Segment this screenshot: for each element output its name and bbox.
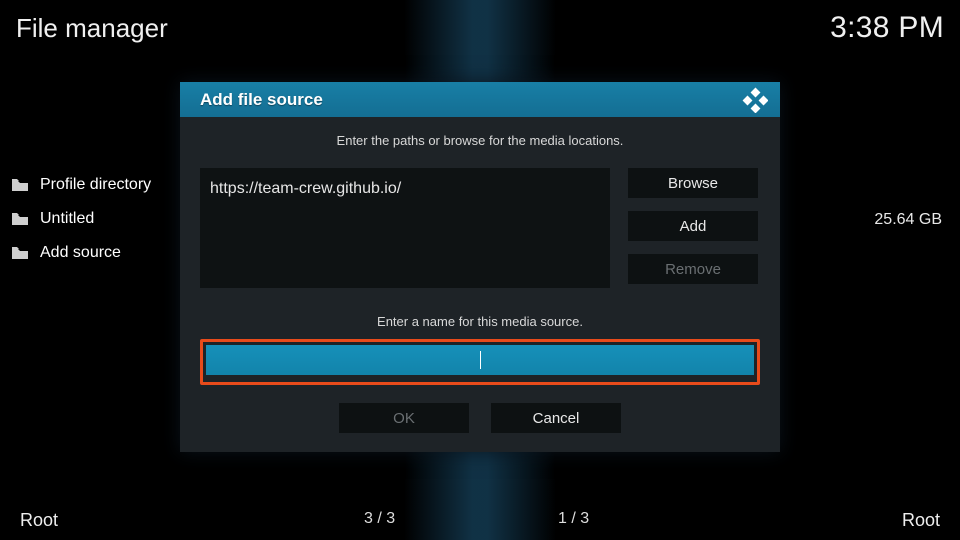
footer-left-label: Root [20,510,58,531]
clock: 3:38 PM [830,11,944,45]
path-list[interactable]: https://team-crew.github.io/ [200,168,610,288]
add-file-source-dialog: Add file source Enter the paths or brows… [180,82,780,452]
browse-button[interactable]: Browse [628,168,758,198]
dialog-titlebar: Add file source [180,82,780,117]
remove-button: Remove [628,254,758,284]
list-item-label: Add source [40,244,121,262]
dialog-instruction: Enter the paths or browse for the media … [200,133,760,148]
folder-icon [12,213,28,225]
kodi-logo-icon [742,87,768,113]
folder-icon [12,247,28,259]
name-instruction: Enter a name for this media source. [200,314,760,329]
text-caret [480,351,481,369]
footer: Root Root 3 / 3 1 / 3 [0,500,960,540]
dialog-title: Add file source [200,90,323,110]
page-title: File manager [16,13,168,44]
footer-right-label: Root [902,510,940,531]
footer-count-left: 3 / 3 [364,510,395,528]
ok-button: OK [339,403,469,433]
source-name-field[interactable] [200,343,760,381]
list-item-label: Profile directory [40,176,151,194]
header: File manager 3:38 PM [0,10,960,46]
source-name-input[interactable] [206,345,754,375]
list-item-label: Untitled [40,210,94,228]
cancel-button[interactable]: Cancel [491,403,621,433]
path-entry[interactable]: https://team-crew.github.io/ [208,180,602,198]
folder-icon [12,179,28,191]
add-button[interactable]: Add [628,211,758,241]
footer-count-right: 1 / 3 [558,510,589,528]
storage-size: 25.64 GB [874,211,942,229]
